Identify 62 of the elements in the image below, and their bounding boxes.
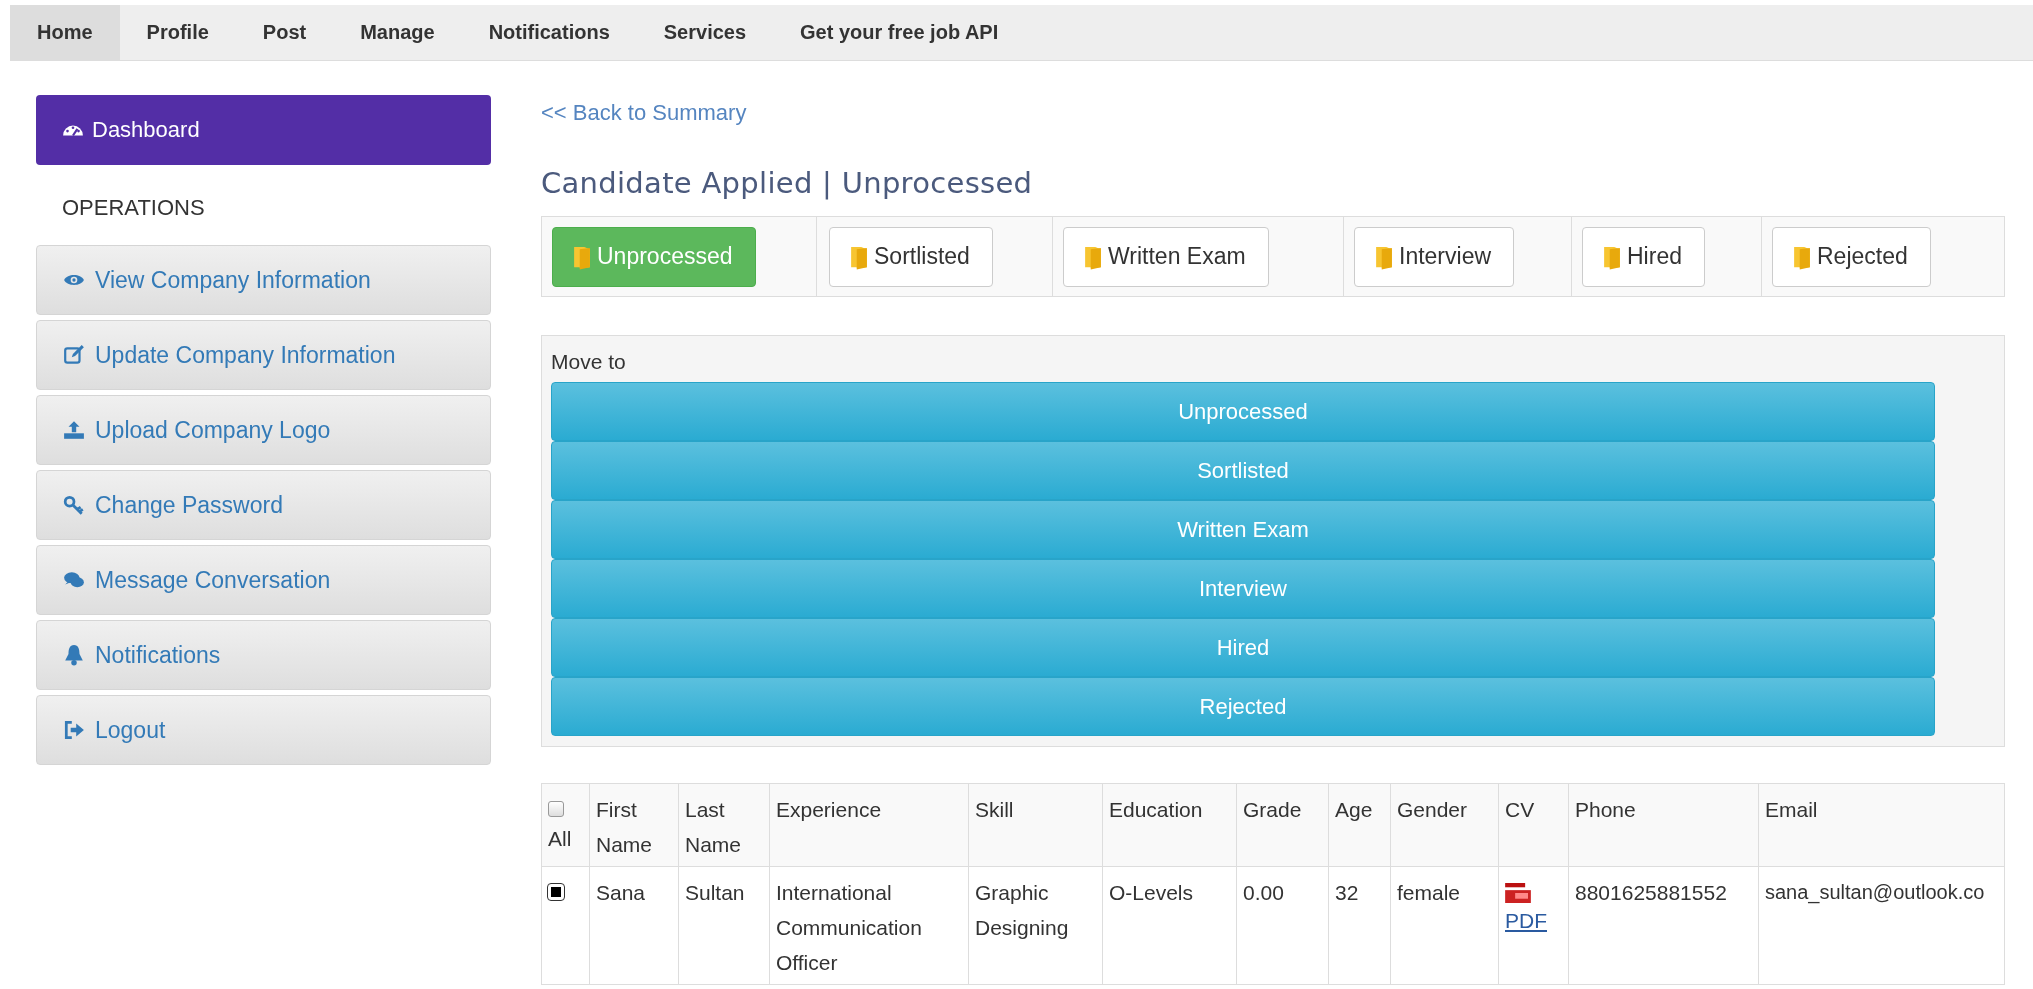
status-tab[interactable]: Hired <box>1582 226 1705 287</box>
table-cell: 32 <box>1328 866 1391 985</box>
sidebar-item[interactable]: View Company Information <box>36 245 491 315</box>
move-button[interactable]: Sortlisted <box>551 441 1935 500</box>
sidebar-item[interactable]: Notifications <box>36 620 491 690</box>
nav-tab[interactable]: Post <box>235 5 334 60</box>
back-link[interactable]: << Back to Summary <box>541 100 747 126</box>
status-tab[interactable]: Sortlisted <box>829 226 993 287</box>
pdf-link[interactable]: PDF <box>1505 909 1547 932</box>
select-all-label: All <box>548 827 573 851</box>
table-header-cell: Gender <box>1390 783 1499 867</box>
table-cell: 0.00 <box>1236 866 1329 985</box>
table-header-cell: Education <box>1102 783 1237 867</box>
table-header-cell: Skill <box>968 783 1103 867</box>
table-header-cell: Age <box>1328 783 1391 867</box>
sidebar-item[interactable]: Change Password <box>36 470 491 540</box>
table-header-cell: Phone <box>1568 783 1759 867</box>
nav-tab[interactable]: Notifications <box>461 5 637 60</box>
bell-icon <box>63 644 85 666</box>
row-checkbox[interactable] <box>548 884 564 900</box>
table-header-cell: Grade <box>1236 783 1329 867</box>
operations-heading: OPERATIONS <box>61 194 206 222</box>
logout-icon <box>63 719 85 741</box>
nav-tab[interactable]: Profile <box>119 5 236 60</box>
status-tab[interactable]: Written Exam <box>1063 226 1269 287</box>
move-button[interactable]: Rejected <box>551 677 1935 736</box>
table-header-cell: CV <box>1498 783 1569 867</box>
move-button[interactable]: Hired <box>551 618 1935 677</box>
table-header-cell: First Name <box>589 783 679 867</box>
nav-tab[interactable]: Get your free job API <box>773 5 1026 60</box>
table-cell: O-Levels <box>1102 866 1237 985</box>
table-header-cell: Last Name <box>678 783 770 867</box>
table-header-cell: Email <box>1758 783 2005 867</box>
page-title: Candidate Applied | Unprocessed <box>541 166 1033 200</box>
nav-tab[interactable]: Services <box>636 5 774 60</box>
sidebar-item[interactable]: Message Conversation <box>36 545 491 615</box>
status-tab[interactable]: Rejected <box>1772 226 1931 287</box>
move-button[interactable]: Interview <box>551 559 1935 618</box>
table-cell: 8801625881552 <box>1568 866 1759 985</box>
pdf-file-icon <box>1505 883 1531 903</box>
status-tab[interactable]: Unprocessed <box>552 226 756 287</box>
move-button[interactable]: Unprocessed <box>551 382 1935 441</box>
edit-icon <box>63 344 85 366</box>
table-cell: International Communication Officer <box>769 866 969 985</box>
dashboard-link[interactable]: Dashboard <box>36 95 491 165</box>
upload-icon <box>63 419 85 441</box>
nav-tab[interactable]: Home <box>10 5 120 60</box>
sidebar-item[interactable]: Update Company Information <box>36 320 491 390</box>
key-icon <box>63 494 85 516</box>
table-cell: Sana <box>589 866 679 985</box>
move-button[interactable]: Written Exam <box>551 500 1935 559</box>
table-header-cell: Experience <box>769 783 969 867</box>
sidebar-item[interactable]: Upload Company Logo <box>36 395 491 465</box>
nav-tab[interactable]: Manage <box>333 5 462 60</box>
table-cell: Graphic Designing <box>968 866 1103 985</box>
status-tab[interactable]: Interview <box>1354 226 1515 287</box>
table-cell: sana_sultan@outlook.co <box>1758 866 2005 985</box>
table-cell: female <box>1390 866 1499 985</box>
table-cell: Sultan <box>678 866 770 985</box>
select-all-checkbox[interactable] <box>548 801 564 817</box>
sidebar-item[interactable]: Logout <box>36 695 491 765</box>
move-to-label: Move to <box>551 350 627 374</box>
